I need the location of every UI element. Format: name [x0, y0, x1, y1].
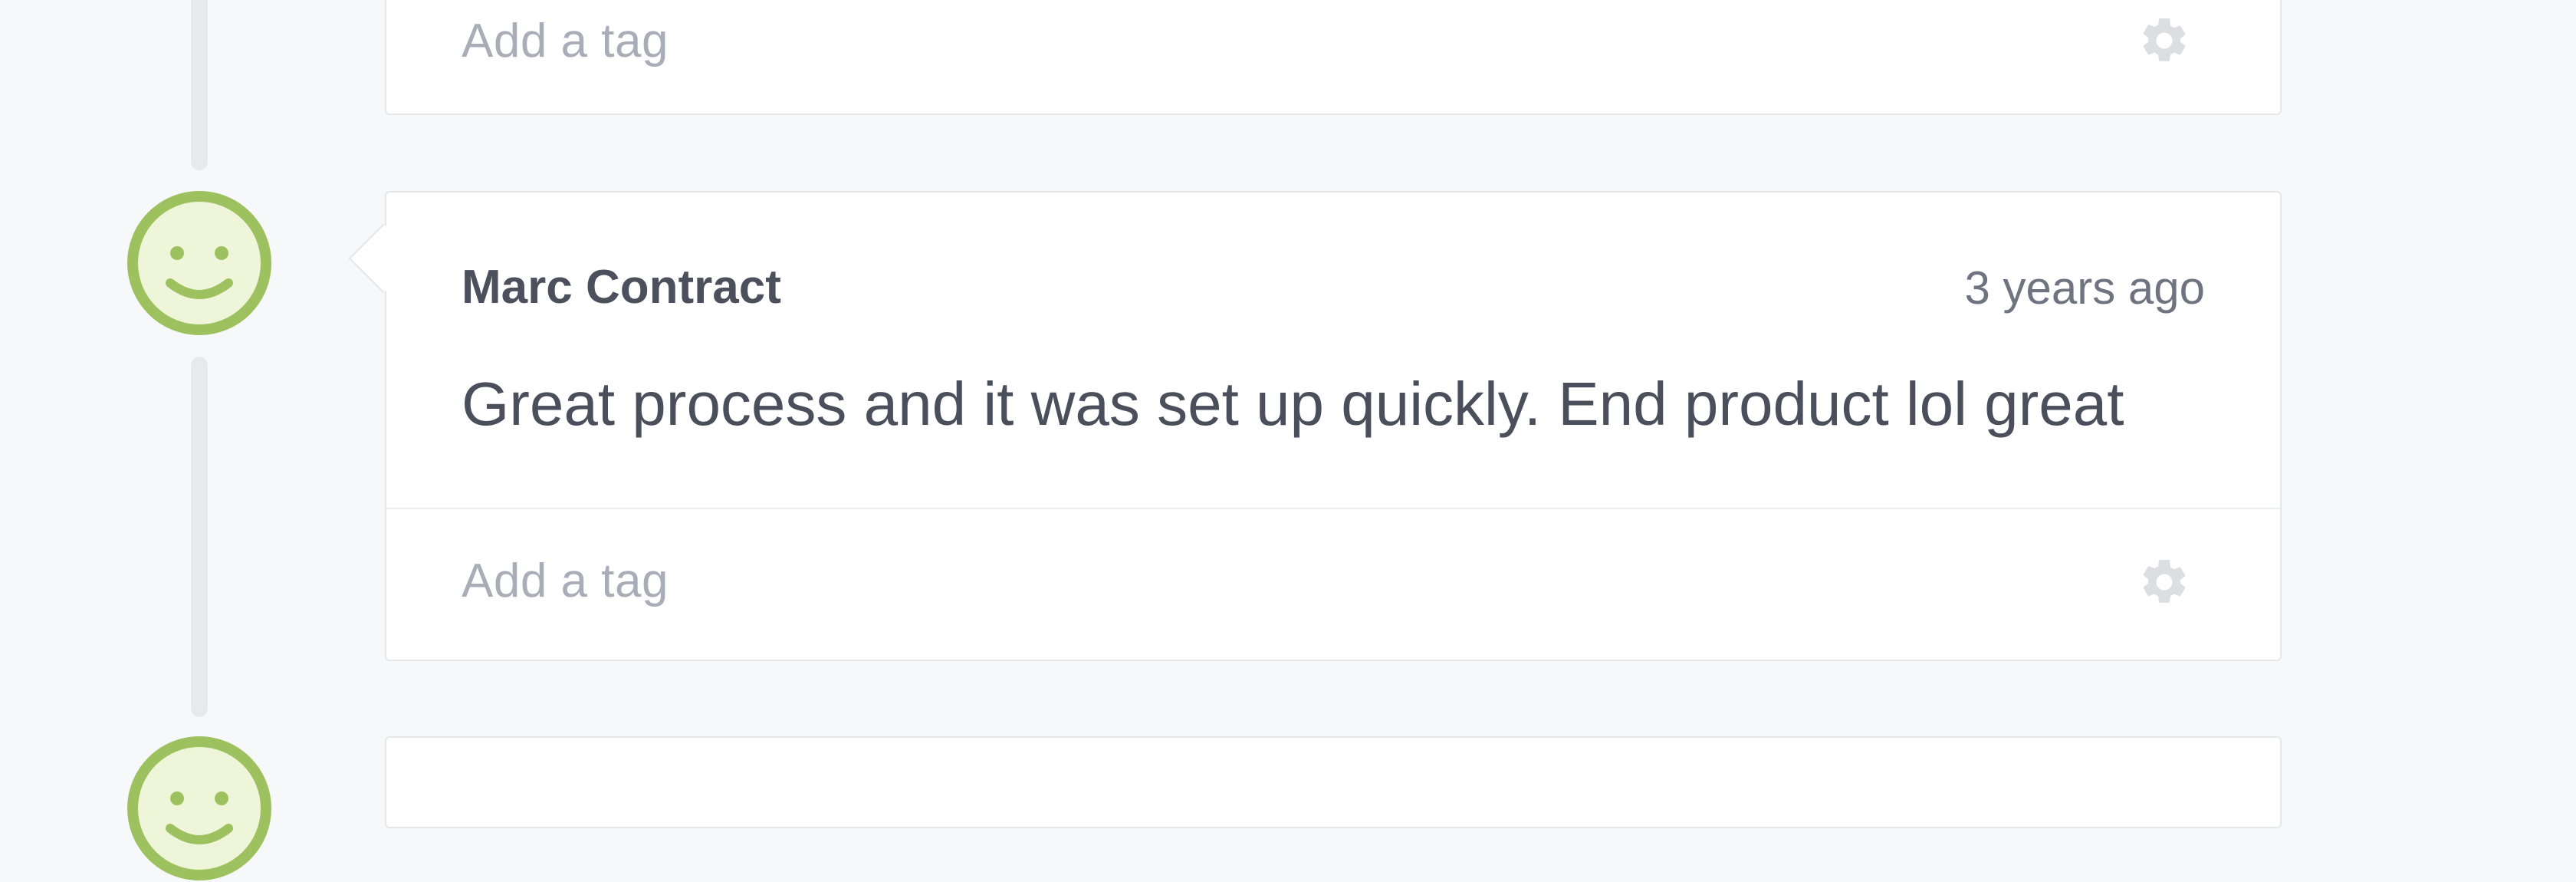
- feedback-card: Marc Contract 3 years ago Great process …: [348, 191, 2282, 661]
- feedback-card: [385, 736, 2282, 828]
- tag-row: Add a tag: [386, 508, 2280, 660]
- card-pointer: [348, 223, 419, 294]
- feedback-card: Add a tag: [385, 0, 2282, 115]
- author-name: Marc Contract: [462, 261, 781, 314]
- add-tag-input[interactable]: Add a tag: [462, 554, 669, 608]
- timeline-connector: [191, 0, 208, 170]
- tag-row: Add a tag: [386, 0, 2280, 114]
- add-tag-input[interactable]: Add a tag: [462, 14, 669, 68]
- gear-icon[interactable]: [2137, 555, 2191, 609]
- feedback-text: Great process and it was set up quickly.…: [462, 370, 2124, 438]
- card-header: Marc Contract 3 years ago: [462, 260, 2205, 321]
- smiley-face-icon: [126, 735, 273, 882]
- gear-icon[interactable]: [2137, 14, 2191, 67]
- timestamp: 3 years ago: [1964, 262, 2205, 314]
- smiley-face-icon: [126, 189, 273, 337]
- timeline-connector: [191, 357, 208, 717]
